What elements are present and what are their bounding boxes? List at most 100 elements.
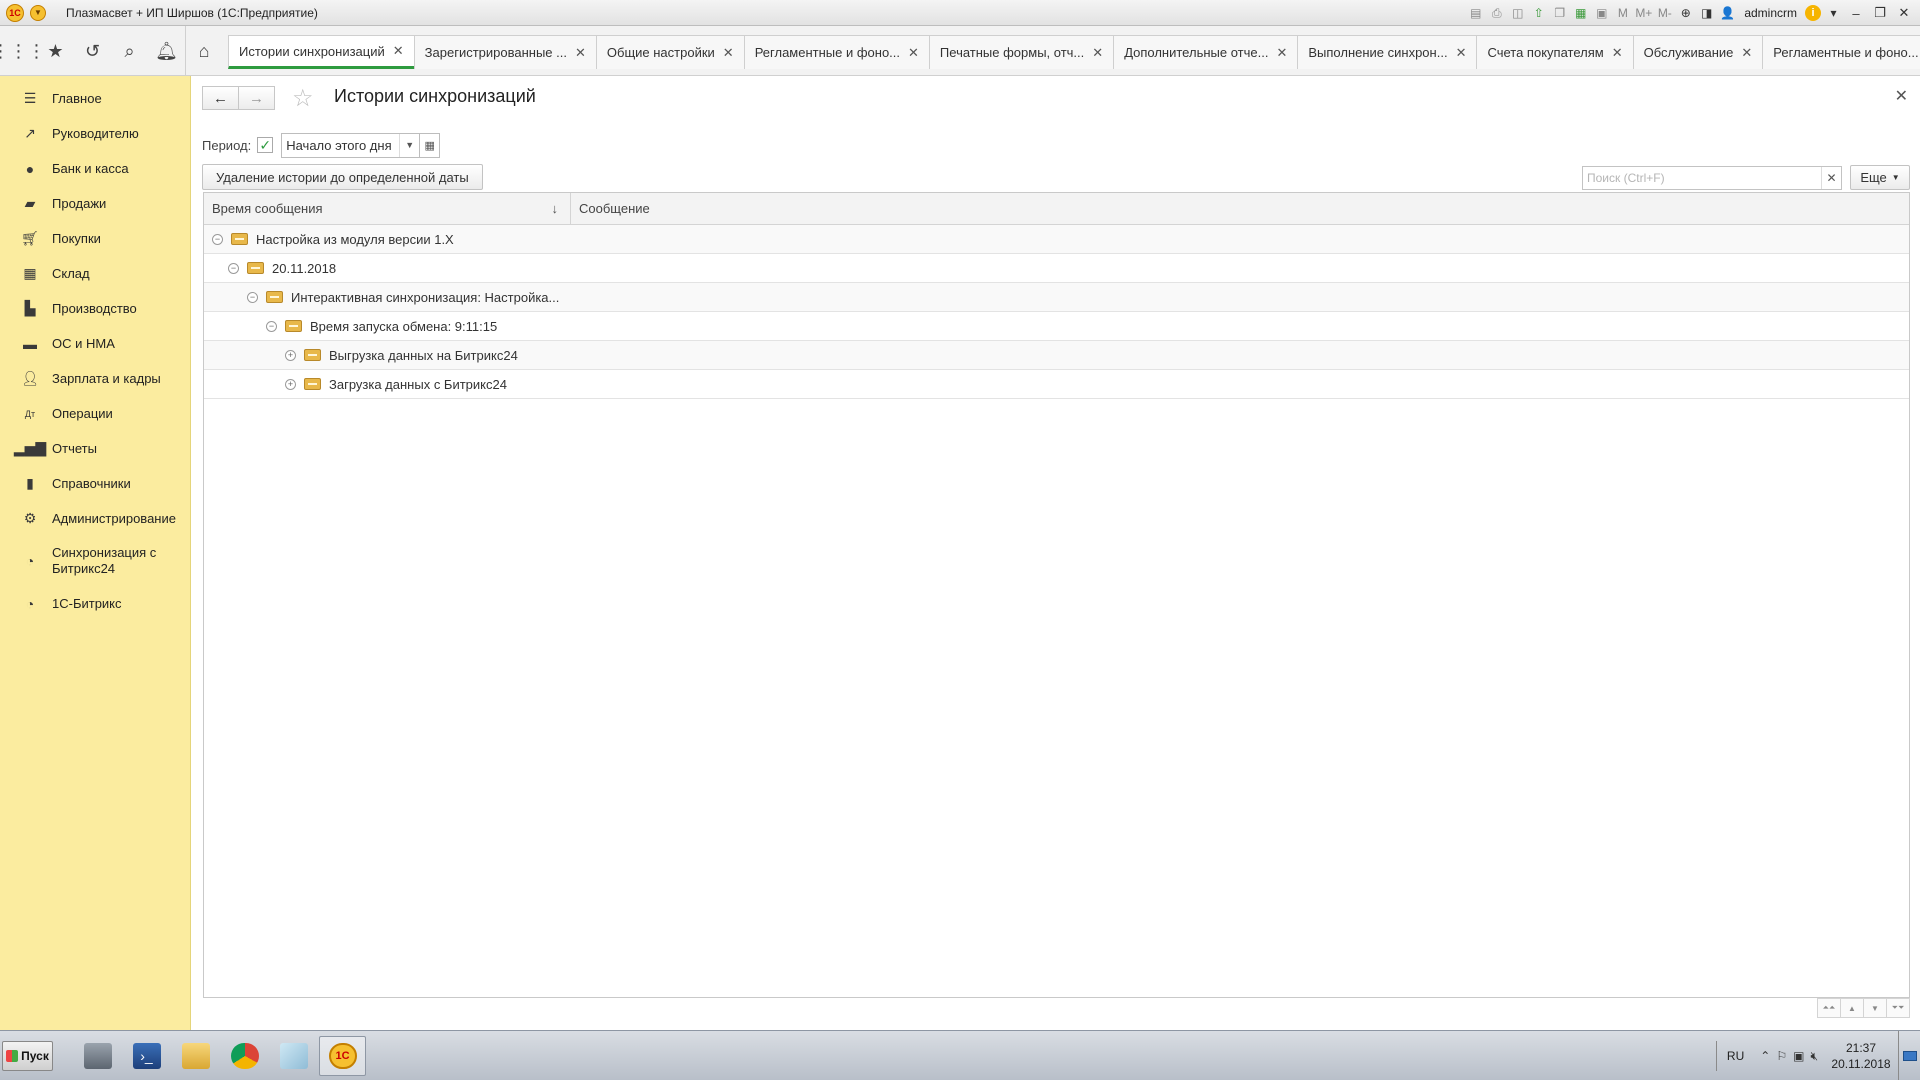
sidebar-item-operations[interactable]: Дт Операции <box>0 396 190 431</box>
add-to-favorites-star-icon[interactable]: ☆ <box>292 84 314 113</box>
forward-arrow-icon[interactable]: → <box>238 86 275 110</box>
favorites-star-icon[interactable]: ★ <box>37 26 74 76</box>
minimize-button[interactable]: – <box>1846 4 1866 22</box>
apps-grid-icon[interactable]: ⋮⋮⋮ <box>0 26 46 76</box>
info-icon[interactable]: i <box>1805 5 1821 21</box>
table-row[interactable]: − Интерактивная синхронизация: Настройка.… <box>204 283 1909 312</box>
close-icon[interactable]: ✕ <box>1092 45 1103 61</box>
close-icon[interactable]: ✕ <box>908 45 919 61</box>
tab-additional-reports[interactable]: Дополнительные отче... ✕ <box>1113 35 1299 69</box>
back-arrow-icon[interactable]: ← <box>202 86 239 110</box>
sidebar-item-bitrix24-sync[interactable]: ◔ Синхронизация с Битрикс24 <box>0 536 190 586</box>
show-desktop-button[interactable] <box>1898 1031 1920 1080</box>
tab-print-forms[interactable]: Печатные формы, отч... ✕ <box>928 35 1115 69</box>
tab-sync-run[interactable]: Выполнение синхрон... ✕ <box>1297 35 1478 69</box>
clear-search-icon[interactable]: ✕ <box>1821 167 1841 189</box>
close-icon[interactable]: ✕ <box>1456 45 1467 61</box>
speaker-muted-icon[interactable]: 🔇︎ <box>1810 1049 1818 1064</box>
m-minus-icon[interactable]: M- <box>1656 5 1673 22</box>
sidebar-item-bank[interactable]: ● Банк и касса <box>0 151 190 186</box>
sidebar-item-admin[interactable]: ⚙ Администрирование <box>0 501 190 536</box>
table-row[interactable]: − Время запуска обмена: 9:11:15 <box>204 312 1909 341</box>
sidebar-item-directories[interactable]: ▮ Справочники <box>0 466 190 501</box>
sidebar-item-production[interactable]: ▙ Производство <box>0 291 190 326</box>
close-window-button[interactable]: ✕ <box>1894 4 1914 22</box>
tab-maintenance[interactable]: Обслуживание ✕ <box>1632 35 1764 69</box>
copy-icon[interactable]: ❐ <box>1551 5 1568 22</box>
scroll-first-icon[interactable]: ⏶⏶ <box>1817 998 1841 1018</box>
close-form-icon[interactable]: ✕ <box>1895 86 1908 106</box>
notepad-icon[interactable] <box>270 1036 317 1076</box>
powershell-icon[interactable]: ›_ <box>123 1036 170 1076</box>
calendar-icon[interactable]: ▣ <box>1593 5 1610 22</box>
sidebar-item-reports[interactable]: ▂▅▇ Отчеты <box>0 431 190 466</box>
tab-general-settings[interactable]: Общие настройки ✕ <box>595 35 745 69</box>
1c-icon[interactable]: 1С <box>319 1036 366 1076</box>
scroll-down-icon[interactable]: ▼ <box>1863 998 1887 1018</box>
period-select[interactable]: Начало этого дня ▼ <box>281 132 421 158</box>
upload-icon[interactable]: ⇧ <box>1530 5 1547 22</box>
bell-icon[interactable]: 🔔︎ <box>148 26 185 76</box>
sidebar-item-salary[interactable]: 👤︎ Зарплата и кадры <box>0 361 190 396</box>
scroll-up-icon[interactable]: ▲ <box>1840 998 1864 1018</box>
history-icon[interactable]: ↺ <box>74 26 111 76</box>
tab-registered[interactable]: Зарегистрированные ... ✕ <box>413 35 597 69</box>
sidebar-item-manager[interactable]: ↗ Руководителю <box>0 116 190 151</box>
zoom-icon[interactable]: ⊕ <box>1677 5 1694 22</box>
chrome-icon[interactable] <box>221 1036 268 1076</box>
search-icon[interactable]: ⌕ <box>111 26 148 76</box>
table-row[interactable]: + Загрузка данных с Битрикс24 <box>204 370 1909 399</box>
sidebar-item-main[interactable]: ☰ Главное <box>0 81 190 116</box>
calendar-grid-icon[interactable]: ▦ <box>1572 5 1589 22</box>
column-header-message[interactable]: Сообщение <box>571 193 1909 224</box>
flag-icon[interactable]: ⚐ <box>1776 1049 1787 1064</box>
main-menu-icon[interactable]: ▼ <box>30 4 46 21</box>
chevron-down-icon[interactable]: ▼ <box>399 133 419 157</box>
m-plus-icon[interactable]: M+ <box>1635 5 1652 22</box>
sidebar-item-fixed-assets[interactable]: ▬ ОС и НМА <box>0 326 190 361</box>
close-icon[interactable]: ✕ <box>1276 45 1287 61</box>
language-indicator[interactable]: RU <box>1715 1041 1754 1071</box>
chevron-up-icon[interactable]: ⌃ <box>1760 1049 1770 1064</box>
save-icon[interactable]: ▤ <box>1467 5 1484 22</box>
column-header-time[interactable]: Время сообщения ↓ <box>204 193 571 224</box>
start-button[interactable]: Пуск <box>2 1041 53 1071</box>
expand-toggle-icon[interactable]: + <box>285 378 296 390</box>
sidebar-item-warehouse[interactable]: ▦ Склад <box>0 256 190 291</box>
period-checkbox[interactable]: ✓ <box>257 137 274 153</box>
table-row[interactable]: + Выгрузка данных на Битрикс24 <box>204 341 1909 370</box>
network-icon[interactable]: ▣ <box>1793 1049 1804 1064</box>
user-name[interactable]: admincrm <box>1744 6 1797 20</box>
restore-button[interactable]: ❐ <box>1870 4 1890 22</box>
close-icon[interactable]: ✕ <box>1741 45 1752 61</box>
collapse-toggle-icon[interactable]: − <box>266 320 277 332</box>
collapse-toggle-icon[interactable]: − <box>212 233 223 245</box>
delete-history-button[interactable]: Удаление истории до определенной даты <box>202 164 483 190</box>
m-icon[interactable]: M <box>1614 5 1631 22</box>
calendar-icon[interactable]: ▦ <box>420 132 441 158</box>
search-input[interactable] <box>1583 167 1821 189</box>
sidebar-item-purchases[interactable]: 🛒︎ Покупки <box>0 221 190 256</box>
close-icon[interactable]: ✕ <box>1612 45 1623 61</box>
close-icon[interactable]: ✕ <box>723 45 734 61</box>
scroll-last-icon[interactable]: ⏷⏷ <box>1886 998 1910 1018</box>
tab-scheduled-jobs-2[interactable]: Регламентные и фоно...✕ <box>1762 35 1920 69</box>
close-icon[interactable]: ✕ <box>575 45 586 61</box>
collapse-toggle-icon[interactable]: − <box>247 291 258 303</box>
explorer-icon[interactable] <box>172 1036 219 1076</box>
server-manager-icon[interactable] <box>74 1036 121 1076</box>
tab-sync-history[interactable]: Истории синхронизаций ✕ <box>228 35 415 69</box>
table-row[interactable]: − Настройка из модуля версии 1.X <box>204 225 1909 254</box>
print-icon[interactable]: ⎙ <box>1488 5 1505 22</box>
sidebar-item-sales[interactable]: ▰ Продажи <box>0 186 190 221</box>
tab-customer-invoices[interactable]: Счета покупателям ✕ <box>1476 35 1634 69</box>
more-button[interactable]: Еще ▼ <box>1850 165 1910 190</box>
panels-icon[interactable]: ◨ <box>1698 5 1715 22</box>
close-icon[interactable]: ✕ <box>393 43 404 59</box>
expand-toggle-icon[interactable]: + <box>285 349 296 361</box>
history-table[interactable]: Время сообщения ↓ Сообщение − Настройка из… <box>203 192 1910 998</box>
chevron-down-icon[interactable]: ▾ <box>1825 5 1842 22</box>
tab-scheduled-jobs[interactable]: Регламентные и фоно... ✕ <box>743 35 930 69</box>
collapse-toggle-icon[interactable]: − <box>228 262 239 274</box>
preview-icon[interactable]: ◫ <box>1509 5 1526 22</box>
